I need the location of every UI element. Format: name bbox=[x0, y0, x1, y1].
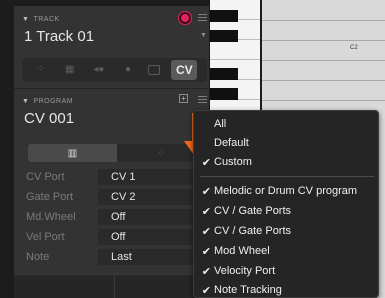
menu-item-note-tracking[interactable]: ✔ Note Tracking bbox=[194, 281, 380, 298]
sample-icon[interactable]: ● bbox=[119, 63, 137, 77]
track-dropdown-caret-icon[interactable]: ▼ bbox=[200, 32, 207, 39]
menu-item-label: Note Tracking bbox=[214, 284, 282, 296]
checkmark-icon: ✔ bbox=[201, 185, 211, 198]
mod-wheel-field[interactable]: Off bbox=[98, 209, 206, 225]
menu-item-label: Default bbox=[214, 137, 249, 149]
property-row-note: Note Last bbox=[26, 248, 206, 266]
property-label: CV Port bbox=[26, 171, 65, 183]
pads-icon: ⁘ bbox=[157, 147, 166, 159]
checkmark-icon: ✔ bbox=[201, 225, 211, 238]
note-label-c2: C2 bbox=[350, 45, 358, 51]
property-label: Gate Port bbox=[26, 191, 74, 203]
track-section-label: TRACK bbox=[33, 16, 60, 23]
checkmark-icon: ✔ bbox=[201, 156, 211, 169]
menu-item-label: CV / Gate Ports bbox=[214, 205, 292, 217]
record-arm-button[interactable] bbox=[179, 12, 191, 24]
track-inspector-panel: ▼ TRACK 1 Track 01 ▼ ⁘ ▦ ◂● ● CV ▼ PROGR… bbox=[14, 6, 210, 298]
add-program-icon[interactable]: + bbox=[179, 94, 188, 103]
track-menu-icon[interactable] bbox=[198, 14, 207, 21]
chevron-down-icon: ▼ bbox=[22, 16, 30, 23]
grid-line bbox=[262, 40, 385, 41]
vel-port-field[interactable]: Off bbox=[98, 229, 206, 245]
gate-port-field[interactable]: CV 2 bbox=[98, 189, 206, 205]
menu-item-label: All bbox=[214, 118, 227, 130]
grid-line bbox=[262, 20, 385, 21]
checkmark-icon: ✔ bbox=[201, 205, 211, 218]
checkmark-icon: ✔ bbox=[201, 265, 211, 278]
program-menu-icon[interactable] bbox=[198, 96, 207, 103]
note-field[interactable]: Last bbox=[98, 249, 206, 265]
program-view-toggle: ▥ ⁘ bbox=[28, 144, 206, 162]
program-visibility-menu: All Default ✔ Custom ✔ Melodic or Drum C… bbox=[193, 110, 379, 298]
checkmark-icon: ✔ bbox=[201, 284, 211, 297]
program-section-label: PROGRAM bbox=[33, 98, 74, 105]
program-section-header[interactable]: ▼ PROGRAM bbox=[22, 98, 73, 105]
track-type-selector: ⁘ ▦ ◂● ● CV bbox=[22, 58, 207, 82]
app-window: ▼ TRACK 1 Track 01 ▼ ⁘ ▦ ◂● ● CV ▼ PROGR… bbox=[0, 0, 385, 298]
piano-key[interactable] bbox=[210, 88, 238, 100]
menu-item-label: Mod Wheel bbox=[214, 245, 270, 257]
property-label: Md.Wheel bbox=[26, 211, 76, 223]
property-row-cv-port: CV Port CV 1 bbox=[26, 168, 206, 186]
keyboard-icon: ▥ bbox=[67, 147, 78, 159]
checkmark-icon: ✔ bbox=[201, 245, 211, 258]
cv-port-field[interactable]: CV 1 bbox=[98, 169, 206, 185]
menu-item-custom[interactable]: ✔ Custom bbox=[194, 153, 380, 171]
drum-icon[interactable]: ⁘ bbox=[32, 63, 50, 77]
chevron-down-icon: ▼ bbox=[22, 98, 30, 105]
piano-key[interactable] bbox=[210, 68, 238, 80]
menu-item-default[interactable]: Default bbox=[194, 134, 380, 152]
keyboard-icon[interactable]: ▦ bbox=[61, 63, 79, 77]
menu-item-all[interactable]: All bbox=[194, 115, 380, 133]
program-name[interactable]: CV 001 bbox=[24, 110, 74, 127]
menu-separator bbox=[200, 176, 374, 177]
property-row-gate-port: Gate Port CV 2 bbox=[26, 188, 206, 206]
divider bbox=[14, 88, 210, 89]
menu-item-velocity-port[interactable]: ✔ Velocity Port bbox=[194, 262, 380, 280]
bottom-toolbar bbox=[14, 274, 210, 298]
property-label: Vel Port bbox=[26, 231, 65, 243]
keyboard-view-tab[interactable]: ▥ bbox=[28, 144, 117, 162]
menu-item-cv-gate-ports-2[interactable]: ✔ CV / Gate Ports bbox=[194, 222, 380, 240]
track-section-header[interactable]: ▼ TRACK bbox=[22, 16, 60, 23]
menu-item-label: Melodic or Drum CV program bbox=[214, 185, 358, 197]
piano-key[interactable] bbox=[210, 10, 238, 22]
track-name[interactable]: 1 Track 01 bbox=[24, 28, 94, 45]
menu-item-cv-gate-ports[interactable]: ✔ CV / Gate Ports bbox=[194, 202, 380, 220]
property-row-mod-wheel: Md.Wheel Off bbox=[26, 208, 206, 226]
piano-key[interactable] bbox=[210, 40, 260, 60]
cv-track-type-button[interactable]: CV bbox=[171, 60, 198, 80]
property-label: Note bbox=[26, 251, 50, 263]
menu-item-melodic-or-drum[interactable]: ✔ Melodic or Drum CV program bbox=[194, 182, 380, 200]
grid-line bbox=[262, 60, 385, 61]
menu-item-label: CV / Gate Ports bbox=[214, 225, 292, 237]
plug-icon[interactable]: ◂● bbox=[90, 63, 108, 77]
menu-item-label: Custom bbox=[214, 156, 252, 168]
audio-icon[interactable] bbox=[148, 65, 161, 75]
piano-key[interactable] bbox=[210, 30, 238, 42]
grid-line bbox=[262, 80, 385, 81]
menu-item-mod-wheel[interactable]: ✔ Mod Wheel bbox=[194, 242, 380, 260]
property-row-vel-port: Vel Port Off bbox=[26, 228, 206, 246]
menu-item-label: Velocity Port bbox=[214, 265, 276, 277]
grid-line bbox=[262, 100, 385, 101]
